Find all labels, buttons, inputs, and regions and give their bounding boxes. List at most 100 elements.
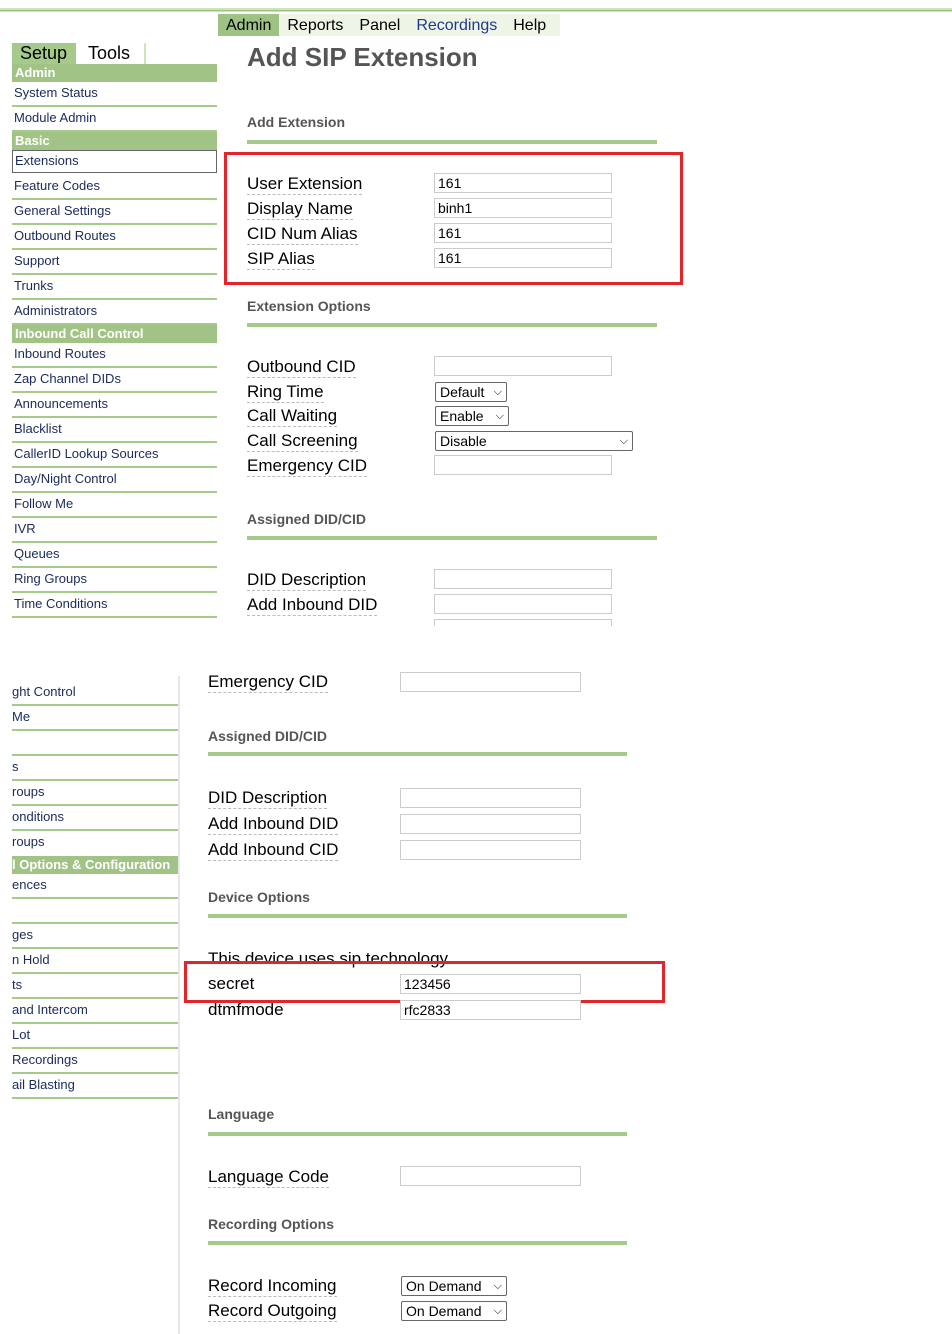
sidebar-item-inbound-routes[interactable]: Inbound Routes	[12, 343, 217, 368]
sidebar2-item[interactable]: ts	[12, 974, 178, 999]
add-inbound-cid-label-2: Add Inbound CID	[208, 840, 339, 861]
add-inbound-did-input[interactable]	[434, 594, 612, 614]
sidebar2-item[interactable]: onditions	[12, 806, 178, 831]
did-description-label: DID Description	[247, 570, 367, 591]
section-rule	[247, 536, 657, 540]
section-extension-options: Extension Options	[247, 298, 371, 314]
sidebar-item-time-conditions[interactable]: Time Conditions	[12, 593, 217, 618]
sidebar-item-outbound-routes[interactable]: Outbound Routes	[12, 225, 217, 250]
sidebar2-item[interactable]	[12, 899, 178, 924]
emergency-cid-input[interactable]	[434, 455, 612, 475]
sip-alias-label: SIP Alias	[247, 249, 315, 270]
sidebar-item-day-night[interactable]: Day/Night Control	[12, 468, 217, 493]
add-inbound-cid-input-2[interactable]	[400, 840, 581, 860]
sidebar-head-inbound: Inbound Call Control	[12, 325, 217, 343]
sidebar-item-feature-codes[interactable]: Feature Codes	[12, 175, 217, 200]
section-rule	[247, 140, 657, 144]
nav-recordings[interactable]: Recordings	[408, 14, 505, 36]
chevron-down-icon: ⌵	[493, 1280, 502, 1292]
sidebar2-item[interactable]: ences	[12, 874, 178, 899]
call-waiting-select[interactable]: Enable ⌵	[435, 406, 509, 426]
secret-label: secret	[208, 974, 255, 993]
sidebar2-item[interactable]: Recordings	[12, 1049, 178, 1074]
add-inbound-cid-input-partial[interactable]	[434, 619, 612, 626]
sidebar-item-zap-channel-dids[interactable]: Zap Channel DIDs	[12, 368, 217, 393]
sidebar2-item[interactable]: s	[12, 756, 178, 781]
cid-num-alias-label: CID Num Alias	[247, 224, 358, 245]
sidebar-item-callerid-lookup[interactable]: CallerID Lookup Sources	[12, 443, 217, 468]
chevron-down-icon: ⌵	[495, 410, 504, 422]
nav-panel[interactable]: Panel	[351, 14, 408, 36]
sidebar-divider	[178, 676, 180, 1334]
sidebar2-item[interactable]: roups	[12, 831, 178, 856]
tab-setup[interactable]: Setup	[12, 43, 76, 64]
sidebar-item-follow-me[interactable]: Follow Me	[12, 493, 217, 518]
dtmfmode-input[interactable]: rfc2833	[400, 1000, 581, 1020]
did-description-input-2[interactable]	[400, 788, 581, 808]
display-name-input[interactable]: binh1	[434, 198, 612, 218]
section-assigned-2: Assigned DID/CID	[208, 728, 328, 744]
sidebar-item-queues[interactable]: Queues	[12, 543, 217, 568]
display-name-label: Display Name	[247, 199, 353, 220]
nav-admin[interactable]: Admin	[218, 14, 280, 36]
sidebar-item-general-settings[interactable]: General Settings	[12, 200, 217, 225]
sidebar2-item[interactable]: Me	[12, 706, 178, 731]
section-rule	[208, 914, 627, 918]
nav-help[interactable]: Help	[505, 14, 560, 36]
tab-tools[interactable]: Tools	[84, 43, 146, 64]
sidebar-item-administrators[interactable]: Administrators	[12, 300, 217, 325]
sidebar2-item[interactable]: ght Control	[12, 681, 178, 706]
record-outgoing-select[interactable]: On Demand ⌵	[401, 1301, 507, 1321]
chevron-down-icon: ⌵	[619, 435, 628, 447]
record-outgoing-label: Record Outgoing	[208, 1301, 337, 1322]
record-incoming-label: Record Incoming	[208, 1276, 337, 1297]
section-language: Language	[208, 1106, 275, 1122]
section-device-options: Device Options	[208, 889, 310, 905]
sidebar-item-announcements[interactable]: Announcements	[12, 393, 217, 418]
record-incoming-select[interactable]: On Demand ⌵	[401, 1276, 507, 1296]
section-rule	[208, 1241, 627, 1245]
sidebar-item-trunks[interactable]: Trunks	[12, 275, 217, 300]
sidebar-item-extensions[interactable]: Extensions	[12, 150, 217, 173]
sidebar-head-admin: Admin	[12, 64, 217, 82]
ring-time-value: Default	[440, 384, 485, 400]
add-inbound-did-label: Add Inbound DID	[247, 595, 378, 616]
language-code-label: Language Code	[208, 1167, 330, 1188]
language-code-input[interactable]	[400, 1166, 581, 1186]
sidebar2-item[interactable]: n Hold	[12, 949, 178, 974]
emergency-cid-label-2: Emergency CID	[208, 672, 328, 693]
user-extension-label: User Extension	[247, 174, 363, 195]
sidebar2-item[interactable]: ges	[12, 924, 178, 949]
sidebar-tabs: Setup Tools	[12, 43, 217, 64]
sip-alias-input[interactable]: 161	[434, 248, 612, 268]
sidebar2-item[interactable]: roups	[12, 781, 178, 806]
emergency-cid-label: Emergency CID	[247, 456, 367, 477]
add-inbound-did-input-2[interactable]	[400, 814, 581, 834]
ring-time-label: Ring Time	[247, 382, 324, 403]
sidebar-item-ring-groups[interactable]: Ring Groups	[12, 568, 217, 593]
section-rule	[247, 323, 657, 327]
cid-num-alias-input[interactable]: 161	[434, 223, 612, 243]
did-description-input[interactable]	[434, 569, 612, 589]
sidebar-item-ivr[interactable]: IVR	[12, 518, 217, 543]
sidebar2-item[interactable]: ail Blasting	[12, 1074, 178, 1099]
page-title: Add SIP Extension	[247, 42, 478, 72]
sidebar-item-support[interactable]: Support	[12, 250, 217, 275]
emergency-cid-input-2[interactable]	[400, 672, 581, 692]
outbound-cid-input[interactable]	[434, 356, 612, 376]
nav-reports[interactable]: Reports	[279, 14, 351, 36]
call-screening-label: Call Screening	[247, 431, 358, 452]
sidebar-item-module-admin[interactable]: Module Admin	[12, 107, 217, 132]
call-screening-select[interactable]: Disable ⌵	[435, 431, 633, 451]
top-border-line	[0, 10, 952, 11]
sidebar2-item[interactable]: Lot	[12, 1024, 178, 1049]
secret-input[interactable]: 123456	[400, 974, 581, 994]
sidebar2-head: l Options & Configuration	[12, 856, 178, 874]
section-recording: Recording Options	[208, 1216, 334, 1232]
sidebar-item-blacklist[interactable]: Blacklist	[12, 418, 217, 443]
sidebar-item-system-status[interactable]: System Status	[12, 82, 217, 107]
sidebar2-item[interactable]	[12, 731, 178, 756]
sidebar2-item[interactable]: and Intercom	[12, 999, 178, 1024]
user-extension-input[interactable]: 161	[434, 173, 612, 193]
ring-time-select[interactable]: Default ⌵	[435, 382, 507, 402]
